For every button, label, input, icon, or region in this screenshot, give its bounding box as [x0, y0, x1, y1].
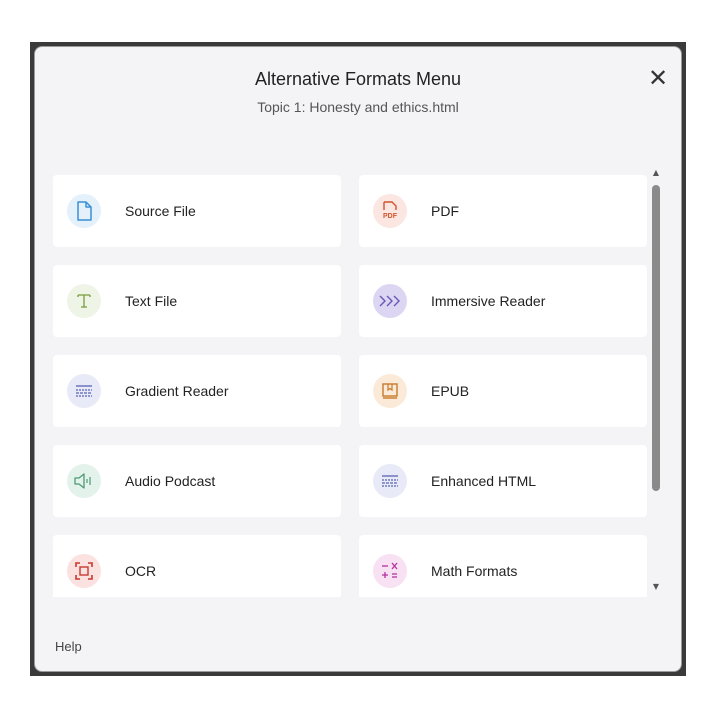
dialog-title: Alternative Formats Menu — [254, 69, 462, 89]
format-option-enhanced-html[interactable]: Enhanced HTML — [359, 445, 647, 517]
format-label: EPUB — [431, 383, 470, 399]
document-icon — [67, 194, 101, 228]
format-label: Math Formats — [431, 563, 518, 579]
speaker-icon — [67, 464, 101, 498]
format-label: Text File — [125, 293, 178, 309]
scrollbar[interactable]: ▲ ▼ — [649, 167, 663, 593]
dialog-subtitle: Topic 1: Honesty and ethics.html — [257, 99, 459, 115]
pdf-icon: PDF — [373, 194, 407, 228]
format-option-source-file[interactable]: Source File — [53, 175, 341, 247]
format-label: Gradient Reader — [125, 383, 229, 399]
format-label: PDF — [431, 203, 459, 219]
format-option-audio-podcast[interactable]: Audio Podcast — [53, 445, 341, 517]
formats-grid: Source File PDF PDF Text File Immersive Read… — [53, 175, 649, 597]
format-label: OCR — [125, 563, 157, 579]
formats-list: Source File PDF PDF Text File Immersive Read… — [53, 175, 649, 597]
text-icon — [67, 284, 101, 318]
scroll-down-arrow-icon[interactable]: ▼ — [649, 581, 663, 593]
scrollbar-thumb[interactable] — [652, 185, 660, 491]
lines-icon — [67, 374, 101, 408]
format-option-text-file[interactable]: Text File — [53, 265, 341, 337]
format-option-ocr[interactable]: OCR — [53, 535, 341, 597]
scroll-up-arrow-icon[interactable]: ▲ — [649, 167, 663, 179]
book-icon — [373, 374, 407, 408]
format-label: Source File — [125, 203, 196, 219]
format-option-gradient-reader[interactable]: Gradient Reader — [53, 355, 341, 427]
alternative-formats-dialog: Alternative Formats Menu Topic 1: Honest… — [34, 46, 682, 672]
lines-icon — [373, 464, 407, 498]
math-icon — [373, 554, 407, 588]
svg-text:PDF: PDF — [383, 213, 398, 220]
format-option-math-formats[interactable]: Math Formats — [359, 535, 647, 597]
dialog-header: Alternative Formats Menu Topic 1: Honest… — [35, 47, 681, 157]
close-button[interactable]: ✕ — [645, 65, 671, 91]
format-label: Audio Podcast — [125, 473, 216, 489]
format-label: Enhanced HTML — [431, 473, 537, 489]
format-option-pdf[interactable]: PDF PDF — [359, 175, 647, 247]
scan-icon — [67, 554, 101, 588]
format-label: Immersive Reader — [431, 293, 546, 309]
help-link[interactable]: Help — [55, 639, 82, 654]
chevrons-icon — [373, 284, 407, 318]
format-option-epub[interactable]: EPUB — [359, 355, 647, 427]
format-option-immersive-reader[interactable]: Immersive Reader — [359, 265, 647, 337]
